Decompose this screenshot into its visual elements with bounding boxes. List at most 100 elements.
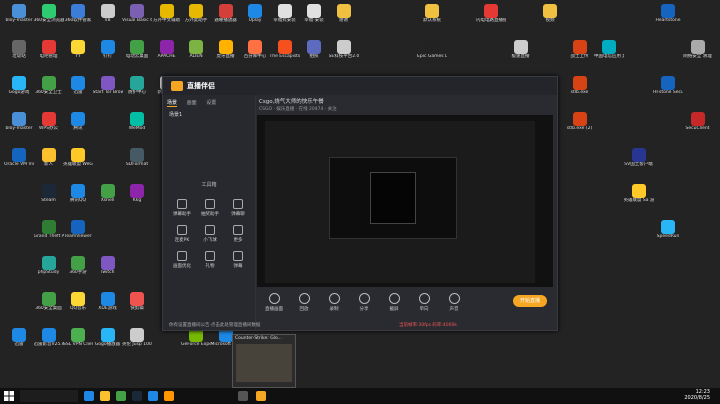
desktop-icon[interactable]: 百分库中心	[240, 40, 270, 70]
desktop-icon[interactable]: 虎牙直播	[211, 40, 241, 70]
desktop-icon[interactable]: GeForce Experience	[181, 328, 211, 358]
footer-notice[interactable]: 你有设置直播间公告·点击此处管理直播间数据	[169, 322, 260, 328]
desktop-icon[interactable]: WPS办公	[34, 112, 64, 142]
desktop-icon[interactable]: 闪电电路直播插件	[476, 4, 506, 34]
file-explorer-icon[interactable]	[100, 391, 110, 401]
control-button[interactable]: 声音	[441, 293, 467, 312]
tab-settings[interactable]: 设置	[206, 100, 216, 106]
steam-icon[interactable]	[132, 391, 142, 401]
desktop-icon[interactable]: 方外此助手	[181, 4, 211, 34]
desktop-icon[interactable]: V8	[93, 4, 123, 34]
desktop-icon[interactable]: 英伦 Jusp 100%	[122, 328, 152, 358]
desktop-icon[interactable]: WeMod	[122, 112, 152, 142]
desktop-icon[interactable]: Twitch	[93, 256, 123, 286]
live-app-icon[interactable]	[256, 391, 266, 401]
desktop-icon[interactable]: Heartstone	[653, 4, 683, 34]
desktop-icon[interactable]: XDE游戏	[93, 292, 123, 322]
desktop-icon[interactable]: 新人	[34, 148, 64, 178]
desktop-icon[interactable]: Grand Theft Auto V	[34, 220, 64, 250]
tool-item[interactable]: 画面优化	[169, 251, 195, 271]
tool-item[interactable]: 连麦PK	[169, 225, 195, 245]
desktop-icon[interactable]: bloy-master	[4, 112, 34, 142]
scene-item[interactable]: 场景1	[169, 111, 182, 118]
desktop-icon[interactable]: ALIEN	[181, 40, 211, 70]
taskbar-search[interactable]	[20, 390, 78, 402]
tab-scene[interactable]: 场景	[167, 100, 178, 107]
desktop-icon[interactable]: 极速直播	[506, 40, 536, 70]
desktop-icon[interactable]: bloy-master	[4, 4, 34, 34]
desktop-icon[interactable]: Gogo播放器	[93, 328, 123, 358]
desktop-icon[interactable]: Gogo游戏	[4, 76, 34, 106]
desktop-icon[interactable]: 幸福式安装	[270, 4, 300, 34]
desktop-icon[interactable]: 360软件管家	[63, 4, 93, 34]
desktop-icon[interactable]: 腾讯	[63, 112, 93, 142]
window-titlebar[interactable]: 直播伴侣	[163, 77, 557, 95]
desktop-icon[interactable]: Steam	[34, 184, 64, 214]
desktop-icon[interactable]: 360手游	[63, 256, 93, 286]
desktop-icon[interactable]: 英雄联盟 WeGame	[63, 148, 93, 178]
tab-picture[interactable]: 画面	[187, 100, 197, 106]
desktop-icon[interactable]: Start Tor Browser	[93, 76, 123, 106]
desktop-icon[interactable]: 360安全桌面	[34, 292, 64, 322]
taskbar-preview-popup[interactable]: Counter-Strike: Glo...	[232, 334, 296, 388]
desktop-icon[interactable]: SDFormat	[122, 148, 152, 178]
desktop-icon[interactable]: 战士上传	[565, 40, 595, 70]
desktop-icon[interactable]: Oracle VM VirtualBox	[4, 148, 34, 178]
tool-item[interactable]: 弹幕	[225, 251, 251, 271]
desktop-icon[interactable]: HFstone Secure	[653, 76, 683, 106]
desktop-icon[interactable]: 迅雷	[63, 76, 93, 106]
desktop-icon[interactable]: 防护中心	[122, 76, 152, 106]
csgo-icon[interactable]	[238, 391, 248, 401]
desktop-icon[interactable]: 默认系统	[417, 4, 447, 34]
desktop-icon[interactable]: 360安全浏览器	[34, 4, 64, 34]
control-button[interactable]: 录制	[321, 293, 347, 312]
desktop-icon[interactable]: stlb.exe	[565, 76, 595, 106]
desktop-icon[interactable]: The Escapists 2	[270, 40, 300, 70]
desktop-icon[interactable]: 快剪辑	[122, 292, 152, 322]
desktop-icon[interactable]: stlb.exe (2)	[565, 112, 595, 142]
desktop-icon[interactable]: YY	[63, 40, 93, 70]
browser-icon[interactable]	[116, 391, 126, 401]
desktop-icon[interactable]: phpStudy	[34, 256, 64, 286]
desktop-icon[interactable]: SpeedRun	[653, 220, 683, 250]
desktop-icon[interactable]: Epic Games Launcher	[417, 40, 447, 70]
desktop-icon[interactable]: 迅雷影音V25.exe	[34, 328, 64, 358]
desktop-icon[interactable]: 电动云桌面	[122, 40, 152, 70]
desktop-icon[interactable]: 幸福·安装	[299, 4, 329, 34]
desktop-icon[interactable]: 方外中文辅助	[152, 4, 182, 34]
qq-icon[interactable]	[148, 391, 158, 401]
desktop-icon[interactable]: QQ音乐	[63, 292, 93, 322]
desktop-icon[interactable]: SV国土客户端	[624, 148, 654, 178]
popup-thumbnail[interactable]	[236, 344, 292, 382]
desktop-icon[interactable]: SSL VPN Client	[63, 328, 93, 358]
desktop-icon[interactable]: 遇曜播放器	[211, 4, 241, 34]
desktop-icon[interactable]: 腾讯QQ	[63, 184, 93, 214]
desktop-icon[interactable]: 拍照	[299, 40, 329, 70]
windows-start-icon[interactable]	[4, 391, 14, 401]
control-button[interactable]: 分享	[351, 293, 377, 312]
tool-item[interactable]: 小飞球	[197, 225, 223, 245]
control-button[interactable]: 截屏	[381, 293, 407, 312]
desktop-icon[interactable]: SecuClient	[683, 112, 713, 142]
desktop-icon[interactable]: TeamViewer	[63, 220, 93, 250]
desktop-icon[interactable]: SE科技平台2.0	[329, 40, 359, 70]
desktop-icon[interactable]: 垃圾站	[4, 40, 34, 70]
tool-item[interactable]: 弹幕聊	[225, 199, 251, 219]
tool-item[interactable]: 更多	[225, 225, 251, 245]
desktop-icon[interactable]: 英雄联盟 Sa 游戏	[624, 184, 654, 214]
desktop-icon[interactable]: 360安全卫士	[34, 76, 64, 106]
control-button[interactable]: 单向	[411, 293, 437, 312]
desktop-icon[interactable]: Kkg	[122, 184, 152, 214]
system-clock[interactable]: 12:23 2020/8/25	[684, 389, 710, 401]
tool-item[interactable]: 抽奖助手	[197, 199, 223, 219]
desktop-icon[interactable]: 电吧管理	[34, 40, 64, 70]
desktop-icon[interactable]: Uplay	[240, 4, 270, 34]
taskview-icon[interactable]	[84, 391, 94, 401]
desktop-icon[interactable]: 迅雷	[4, 328, 34, 358]
desktop-icon[interactable]: 谢谢	[329, 4, 359, 34]
desktop-icon[interactable]: 网络安全 清理	[683, 40, 713, 70]
desktop-icon[interactable]: 中国电信应用 虚拟机NOC	[594, 40, 624, 70]
desktop-icon[interactable]: Xshell	[93, 184, 123, 214]
tool-item[interactable]: 礼物	[197, 251, 223, 271]
control-button[interactable]: 直播画面	[261, 293, 287, 312]
